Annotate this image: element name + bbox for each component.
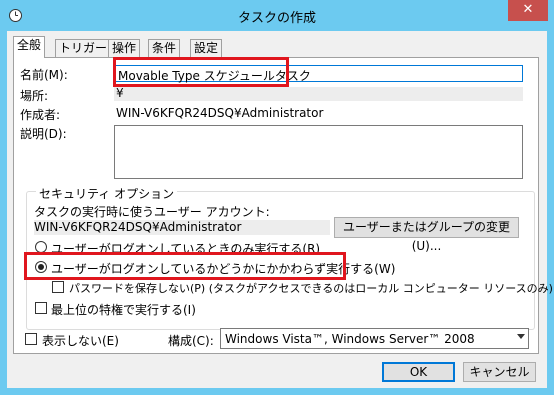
location-label: 場所: xyxy=(20,89,49,103)
description-label: 説明(D): xyxy=(20,127,67,141)
configure-select[interactable]: Windows Vista™, Windows Server™ 2008 xyxy=(220,328,529,349)
author-value: WIN-V6KFQR24DSQ¥Administrator xyxy=(116,106,324,120)
window-title: タスクの作成 xyxy=(237,11,316,26)
cancel-button[interactable]: キャンセル xyxy=(463,362,536,382)
change-user-button[interactable]: ユーザーまたはグループの変更(U)... xyxy=(334,217,519,253)
location-value: ¥ xyxy=(116,86,124,100)
tab-triggers[interactable]: トリガー xyxy=(55,39,112,57)
hidden-checkbox[interactable] xyxy=(25,333,37,345)
security-group-title: セキュリティ オプション xyxy=(36,185,178,202)
chevron-down-icon xyxy=(517,334,525,339)
configure-select-value: Windows Vista™, Windows Server™ 2008 xyxy=(225,332,475,346)
description-textarea[interactable] xyxy=(114,125,523,179)
close-icon: ✕ xyxy=(522,2,534,17)
tab-settings[interactable]: 設定 xyxy=(190,39,223,57)
tab-actions[interactable]: 操作 xyxy=(108,39,141,57)
author-label: 作成者: xyxy=(20,108,61,122)
title-bar: タスクの作成 ✕ xyxy=(0,0,554,31)
close-button[interactable]: ✕ xyxy=(508,0,548,21)
task-create-window: タスクの作成 ✕ 全般 トリガー 操作 条件 設定 名前(M): Movable… xyxy=(0,0,554,395)
tab-conditions[interactable]: 条件 xyxy=(148,39,181,57)
configure-label: 構成(C): xyxy=(168,334,214,348)
highest-privileges-checkbox[interactable] xyxy=(35,302,47,314)
no-store-password-checkbox[interactable] xyxy=(52,281,64,293)
run-whether-highlight xyxy=(24,252,346,280)
location-field: ¥ xyxy=(114,86,523,101)
account-prompt: タスクの実行時に使うユーザー アカウント: xyxy=(34,205,270,219)
no-store-password-label: パスワードを保存しない(P) (タスクがアクセスできるのはローカル コンピュータ… xyxy=(69,282,553,295)
tab-general[interactable]: 全般 xyxy=(13,36,46,58)
hidden-label: 表示しない(E) xyxy=(42,334,119,348)
account-value: WIN-V6KFQR24DSQ¥Administrator xyxy=(34,220,242,234)
account-field: WIN-V6KFQR24DSQ¥Administrator xyxy=(34,220,330,235)
dialog-client: 全般 トリガー 操作 条件 設定 名前(M): Movable Type スケジ… xyxy=(7,31,553,388)
name-label: 名前(M): xyxy=(20,68,68,82)
ok-button[interactable]: OK xyxy=(382,362,455,382)
highest-privileges-label: 最上位の特権で実行する(I) xyxy=(51,303,196,317)
name-highlight xyxy=(113,57,289,87)
